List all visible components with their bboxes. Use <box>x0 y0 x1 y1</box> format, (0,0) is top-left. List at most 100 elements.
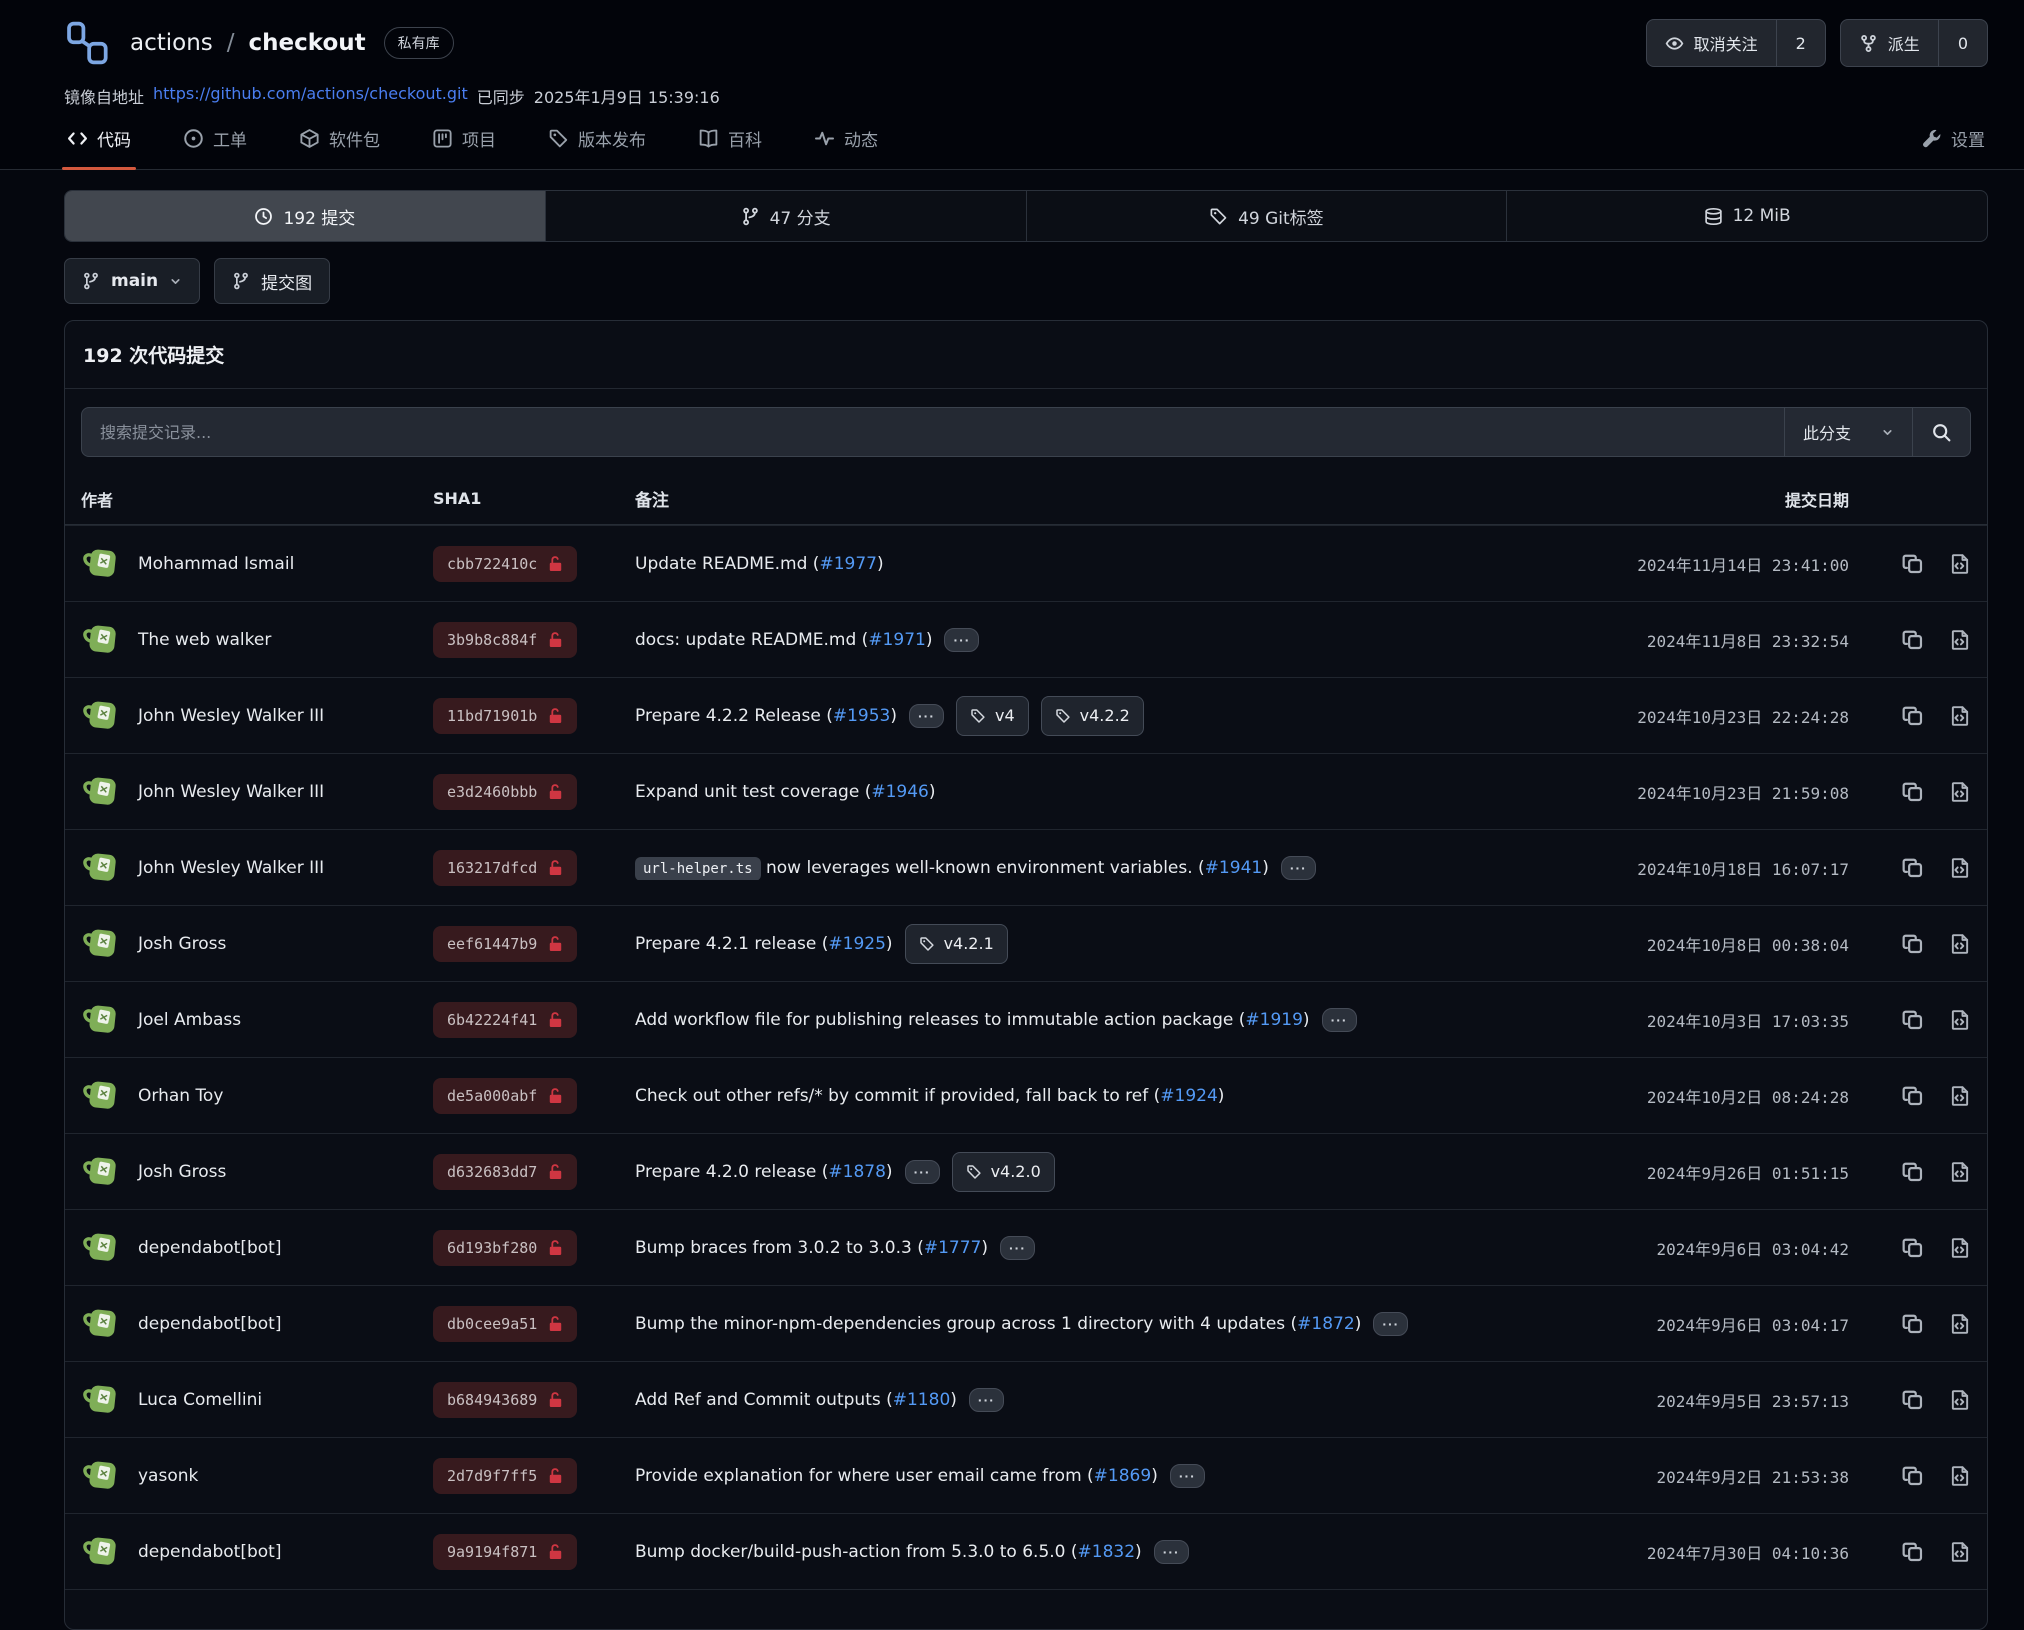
commit-author-name[interactable]: John Wesley Walker III <box>138 858 324 878</box>
commit-sha-badge[interactable]: 2d7d9f7ff5 <box>433 1458 577 1494</box>
issue-link[interactable]: #1869 <box>1094 1466 1152 1486</box>
commit-sha-badge[interactable]: 3b9b8c884f <box>433 622 577 658</box>
view-file-at-commit-button[interactable] <box>1949 1313 1971 1335</box>
copy-sha-button[interactable] <box>1902 553 1924 575</box>
view-file-at-commit-button[interactable] <box>1949 1009 1971 1031</box>
teacup-avatar-icon[interactable] <box>81 772 121 812</box>
commit-sha-badge[interactable]: db0cee9a51 <box>433 1306 577 1342</box>
commit-sha-badge[interactable]: 11bd71901b <box>433 698 577 734</box>
commit-sha-badge[interactable]: b684943689 <box>433 1382 577 1418</box>
branch-filter-dropdown[interactable]: 此分支 <box>1784 408 1912 456</box>
issue-link[interactable]: #1946 <box>871 782 929 802</box>
tab-wiki[interactable]: 百科 <box>695 126 765 169</box>
teacup-avatar-icon[interactable] <box>81 1304 121 1344</box>
mirror-url-link[interactable]: https://github.com/actions/checkout.git <box>153 84 468 108</box>
commit-author-name[interactable]: The web walker <box>138 630 271 650</box>
view-file-at-commit-button[interactable] <box>1949 1389 1971 1411</box>
stat-branches[interactable]: 47 分支 <box>545 191 1026 241</box>
copy-sha-button[interactable] <box>1902 1389 1924 1411</box>
tag-badge[interactable]: v4.2.1 <box>905 924 1008 964</box>
view-file-at-commit-button[interactable] <box>1949 1085 1971 1107</box>
expand-commit-message-button[interactable]: ··· <box>909 704 944 728</box>
commit-author-name[interactable]: John Wesley Walker III <box>138 782 324 802</box>
expand-commit-message-button[interactable]: ··· <box>1170 1464 1205 1488</box>
commit-author-name[interactable]: Mohammad Ismail <box>138 554 294 574</box>
copy-sha-button[interactable] <box>1902 1313 1924 1335</box>
view-file-at-commit-button[interactable] <box>1949 933 1971 955</box>
issue-link[interactable]: #1941 <box>1205 858 1263 878</box>
teacup-avatar-icon[interactable] <box>81 696 121 736</box>
commit-author-name[interactable]: Orhan Toy <box>138 1086 223 1106</box>
commit-graph-button[interactable]: 提交图 <box>214 258 330 304</box>
branch-selector[interactable]: main <box>64 258 200 304</box>
commit-author-name[interactable]: dependabot[bot] <box>138 1314 281 1334</box>
teacup-avatar-icon[interactable] <box>81 1532 121 1572</box>
fork-button[interactable]: 派生 0 <box>1840 19 1988 67</box>
commit-author-name[interactable]: Luca Comellini <box>138 1390 262 1410</box>
copy-sha-button[interactable] <box>1902 857 1924 879</box>
stat-git-tags[interactable]: 49 Git标签 <box>1026 191 1507 241</box>
stat-commits[interactable]: 192 提交 <box>65 191 545 241</box>
teacup-avatar-icon[interactable] <box>81 1228 121 1268</box>
expand-commit-message-button[interactable]: ··· <box>944 628 979 652</box>
commit-sha-badge[interactable]: d632683dd7 <box>433 1154 577 1190</box>
commit-author-name[interactable]: yasonk <box>138 1466 198 1486</box>
copy-sha-button[interactable] <box>1902 629 1924 651</box>
copy-sha-button[interactable] <box>1902 1541 1924 1563</box>
teacup-avatar-icon[interactable] <box>81 924 121 964</box>
commit-author-name[interactable]: dependabot[bot] <box>138 1238 281 1258</box>
issue-link[interactable]: #1953 <box>833 706 891 726</box>
teacup-avatar-icon[interactable] <box>81 848 121 888</box>
tab-packages[interactable]: 软件包 <box>296 126 383 169</box>
view-file-at-commit-button[interactable] <box>1949 1541 1971 1563</box>
issue-link[interactable]: #1977 <box>819 554 877 574</box>
expand-commit-message-button[interactable]: ··· <box>1154 1540 1189 1564</box>
issue-link[interactable]: #1180 <box>893 1390 951 1410</box>
tag-badge[interactable]: v4.2.2 <box>1041 696 1144 736</box>
issue-link[interactable]: #1924 <box>1160 1086 1218 1106</box>
repo-name-link[interactable]: checkout <box>249 30 366 56</box>
teacup-avatar-icon[interactable] <box>81 1456 121 1496</box>
copy-sha-button[interactable] <box>1902 1465 1924 1487</box>
mirror-repo-icon[interactable] <box>64 20 110 66</box>
expand-commit-message-button[interactable]: ··· <box>1281 856 1316 880</box>
commit-sha-badge[interactable]: de5a000abf <box>433 1078 577 1114</box>
commit-sha-badge[interactable]: 6b42224f41 <box>433 1002 577 1038</box>
commit-sha-badge[interactable]: cbb722410c <box>433 546 577 582</box>
teacup-avatar-icon[interactable] <box>81 1152 121 1192</box>
commit-author-name[interactable]: Josh Gross <box>138 1162 226 1182</box>
unwatch-button[interactable]: 取消关注 2 <box>1646 19 1826 67</box>
tag-badge[interactable]: v4 <box>956 696 1029 736</box>
tab-code[interactable]: 代码 <box>64 126 134 169</box>
expand-commit-message-button[interactable]: ··· <box>969 1388 1004 1412</box>
tag-badge[interactable]: v4.2.0 <box>952 1152 1055 1192</box>
copy-sha-button[interactable] <box>1902 1161 1924 1183</box>
forks-count[interactable]: 0 <box>1938 20 1987 66</box>
expand-commit-message-button[interactable]: ··· <box>1322 1008 1357 1032</box>
issue-link[interactable]: #1832 <box>1078 1542 1136 1562</box>
expand-commit-message-button[interactable]: ··· <box>1000 1236 1035 1260</box>
issue-link[interactable]: #1878 <box>828 1162 886 1182</box>
tab-projects[interactable]: 项目 <box>429 126 499 169</box>
copy-sha-button[interactable] <box>1902 705 1924 727</box>
view-file-at-commit-button[interactable] <box>1949 705 1971 727</box>
commit-author-name[interactable]: John Wesley Walker III <box>138 706 324 726</box>
teacup-avatar-icon[interactable] <box>81 544 121 584</box>
tab-issues[interactable]: 工单 <box>180 126 250 169</box>
commit-sha-badge[interactable]: 9a9194f871 <box>433 1534 577 1570</box>
commit-search-input[interactable] <box>82 408 1784 456</box>
view-file-at-commit-button[interactable] <box>1949 857 1971 879</box>
search-button[interactable] <box>1912 408 1970 456</box>
teacup-avatar-icon[interactable] <box>81 1076 121 1116</box>
commit-sha-badge[interactable]: e3d2460bbb <box>433 774 577 810</box>
copy-sha-button[interactable] <box>1902 781 1924 803</box>
teacup-avatar-icon[interactable] <box>81 620 121 660</box>
view-file-at-commit-button[interactable] <box>1949 1161 1971 1183</box>
expand-commit-message-button[interactable]: ··· <box>905 1160 940 1184</box>
copy-sha-button[interactable] <box>1902 1085 1924 1107</box>
issue-link[interactable]: #1919 <box>1245 1010 1303 1030</box>
issue-link[interactable]: #1872 <box>1297 1314 1355 1334</box>
copy-sha-button[interactable] <box>1902 1009 1924 1031</box>
issue-link[interactable]: #1777 <box>924 1238 982 1258</box>
view-file-at-commit-button[interactable] <box>1949 629 1971 651</box>
